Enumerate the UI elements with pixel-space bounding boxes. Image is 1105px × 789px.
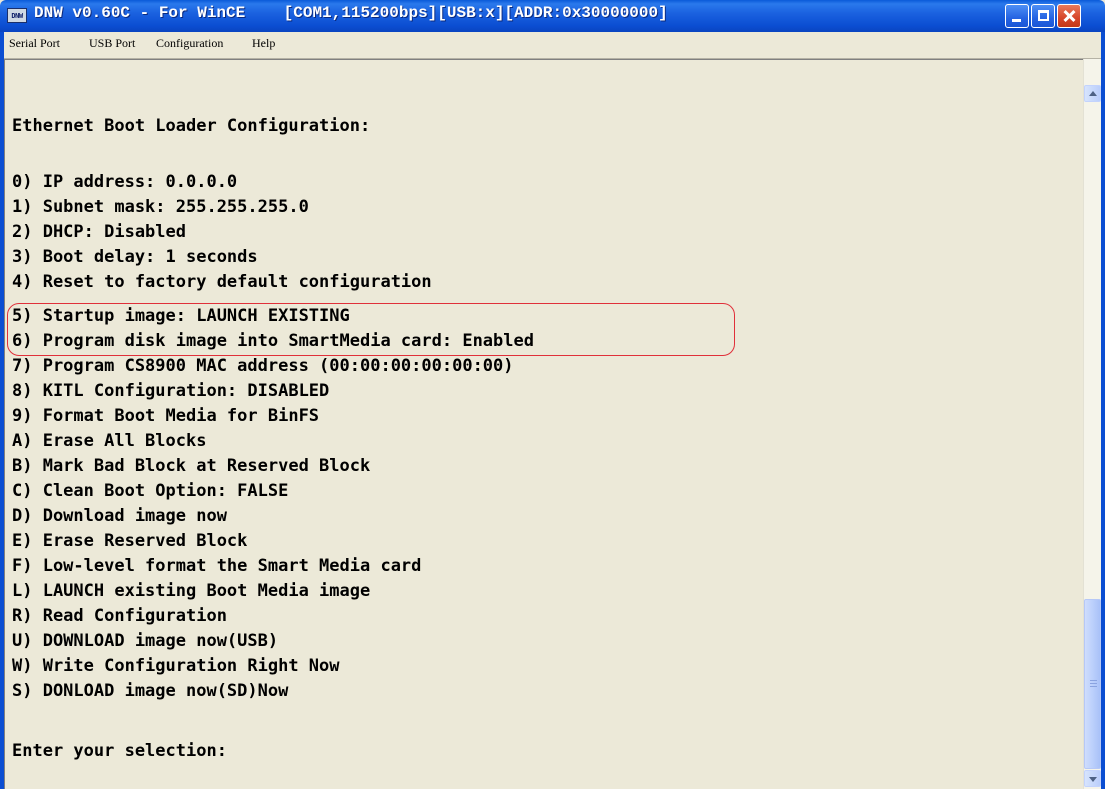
option-4-factory-reset: 4) Reset to factory default configuratio… [12, 272, 432, 292]
dnw-window: DNW DNW v0.60C - For WinCE [COM1,115200b… [0, 0, 1105, 789]
app-icon[interactable]: DNW [7, 8, 27, 23]
option-a-erase-all: A) Erase All Blocks [12, 431, 207, 451]
option-7-mac-address: 7) Program CS8900 MAC address (00:00:00:… [12, 356, 514, 376]
option-3-boot-delay: 3) Boot delay: 1 seconds [12, 247, 258, 267]
app-icon-text: DNW [11, 11, 23, 20]
maximize-button[interactable] [1031, 4, 1055, 28]
scroll-up-button[interactable] [1084, 85, 1101, 102]
grip-line [1090, 686, 1097, 687]
option-b-mark-bad-block: B) Mark Bad Block at Reserved Block [12, 456, 371, 476]
title-bar[interactable]: DNW DNW v0.60C - For WinCE [COM1,115200b… [0, 0, 1105, 32]
menu-configuration[interactable]: Configuration [155, 36, 224, 54]
window-frame-right [1101, 32, 1105, 789]
option-u-download-usb: U) DOWNLOAD image now(USB) [12, 631, 279, 651]
minimize-button[interactable] [1005, 4, 1029, 28]
grip-line [1090, 683, 1097, 684]
terminal-output[interactable]: Ethernet Boot Loader Configuration: 0) I… [4, 59, 1083, 789]
option-2-dhcp: 2) DHCP: Disabled [12, 222, 186, 242]
maximize-icon [1038, 10, 1049, 21]
highlight-annotation [7, 303, 735, 356]
close-button[interactable] [1057, 4, 1081, 28]
option-e-erase-reserved: E) Erase Reserved Block [12, 531, 248, 551]
option-l-launch: L) LAUNCH existing Boot Media image [12, 581, 371, 601]
option-d-download: D) Download image now [12, 506, 227, 526]
option-1-subnet-mask: 1) Subnet mask: 255.255.255.0 [12, 197, 309, 217]
minimize-icon [1012, 19, 1021, 22]
option-8-kitl: 8) KITL Configuration: DISABLED [12, 381, 330, 401]
vertical-scrollbar[interactable] [1083, 59, 1101, 789]
menu-help[interactable]: Help [251, 36, 276, 54]
option-s-download-sd: S) DONLOAD image now(SD)Now [12, 681, 289, 701]
menu-usb-port[interactable]: USB Port [88, 36, 136, 54]
scroll-down-button[interactable] [1084, 770, 1101, 787]
option-0-ip-address: 0) IP address: 0.0.0.0 [12, 172, 238, 192]
option-f-low-level-format: F) Low-level format the Smart Media card [12, 556, 422, 576]
chevron-up-icon [1089, 91, 1097, 96]
option-9-format-binfs: 9) Format Boot Media for BinFS [12, 406, 320, 426]
close-icon [1058, 5, 1080, 27]
grip-line [1090, 680, 1097, 681]
option-w-write-config: W) Write Configuration Right Now [12, 656, 340, 676]
chevron-down-icon [1089, 777, 1097, 782]
menu-serial-port[interactable]: Serial Port [8, 36, 61, 54]
window-title: DNW v0.60C - For WinCE [COM1,115200bps][… [34, 4, 668, 22]
scroll-thumb[interactable] [1084, 599, 1101, 769]
option-r-read-config: R) Read Configuration [12, 606, 227, 626]
terminal-heading: Ethernet Boot Loader Configuration: [12, 116, 371, 136]
menu-bar: Serial Port USB Port Configuration Help [4, 32, 1101, 59]
selection-prompt: Enter your selection: [12, 741, 227, 761]
option-c-clean-boot: C) Clean Boot Option: FALSE [12, 481, 289, 501]
